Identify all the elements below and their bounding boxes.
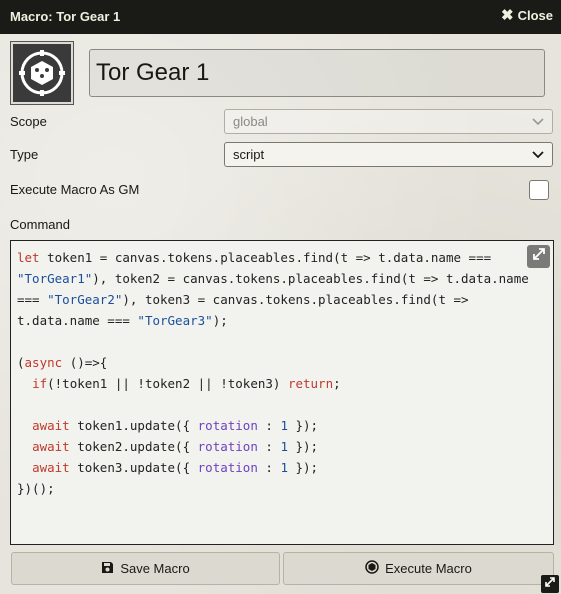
save-macro-button[interactable]: Save Macro [11,552,280,585]
resize-icon [544,575,556,593]
code-line-2: "TorGear1"), token2 = canvas.tokens.plac… [17,271,529,286]
command-editor[interactable]: let token1 = canvas.tokens.placeables.fi… [10,240,554,545]
expand-editor-button[interactable] [527,245,550,268]
window-titlebar[interactable]: Macro: Tor Gear 1 ✖ Close [0,0,561,34]
macro-name-input[interactable]: Tor Gear 1 [89,49,545,97]
type-select[interactable]: script [224,142,553,167]
code-line-4: t.data.name === "TorGear3"); [17,313,228,328]
chevron-down-icon [532,143,544,166]
code-line-1: let token1 = canvas.tokens.placeables.fi… [17,250,492,265]
window-title: Macro: Tor Gear 1 [10,9,121,24]
code-line-7: if(!token1 || !token2 || !token3) return… [32,376,341,391]
dice-icon [13,44,71,102]
close-label: Close [517,8,553,23]
resize-handle[interactable] [541,575,559,593]
execute-macro-label: Execute Macro [385,561,472,576]
save-macro-label: Save Macro [120,561,190,576]
type-value: script [233,147,265,162]
type-label: Type [10,147,39,162]
dice-icon [365,560,379,577]
code-line-6: (async ()=>{ [17,355,108,370]
execute-macro-button[interactable]: Execute Macro [283,552,554,585]
macro-image[interactable] [10,41,74,105]
code-line-3: === "TorGear2"), token3 = canvas.tokens.… [17,292,469,307]
chevron-down-icon [532,110,544,133]
macro-config-window: Macro: Tor Gear 1 ✖ Close Tor Gear 1 Sco… [0,0,561,594]
code-line-11: await token3.update({ rotation : 1 }); [32,460,319,475]
code-line-12: })(); [17,481,55,496]
execute-as-gm-label: Execute Macro As GM [10,182,140,197]
scope-label: Scope [10,114,47,129]
scope-value: global [233,114,268,129]
save-icon [101,561,114,577]
execute-as-gm-checkbox[interactable] [529,180,549,200]
close-icon: ✖ [501,6,514,24]
scope-select: global [224,109,553,134]
command-label: Command [10,217,70,232]
code-line-9: await token1.update({ rotation : 1 }); [32,418,319,433]
code-line-10: await token2.update({ rotation : 1 }); [32,439,319,454]
expand-icon [532,247,546,266]
close-button[interactable]: ✖ Close [501,6,553,24]
